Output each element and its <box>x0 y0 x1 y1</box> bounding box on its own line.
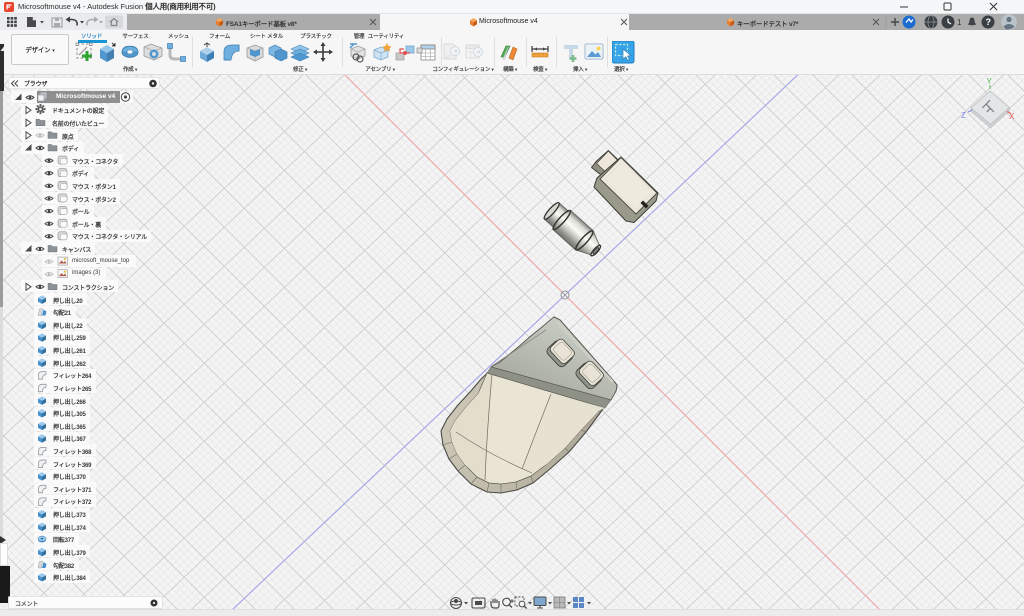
svg-text:Z: Z <box>961 111 966 120</box>
svg-text:1: 1 <box>957 18 962 27</box>
svg-text:?: ? <box>986 17 992 27</box>
svg-text:Y: Y <box>987 77 993 86</box>
